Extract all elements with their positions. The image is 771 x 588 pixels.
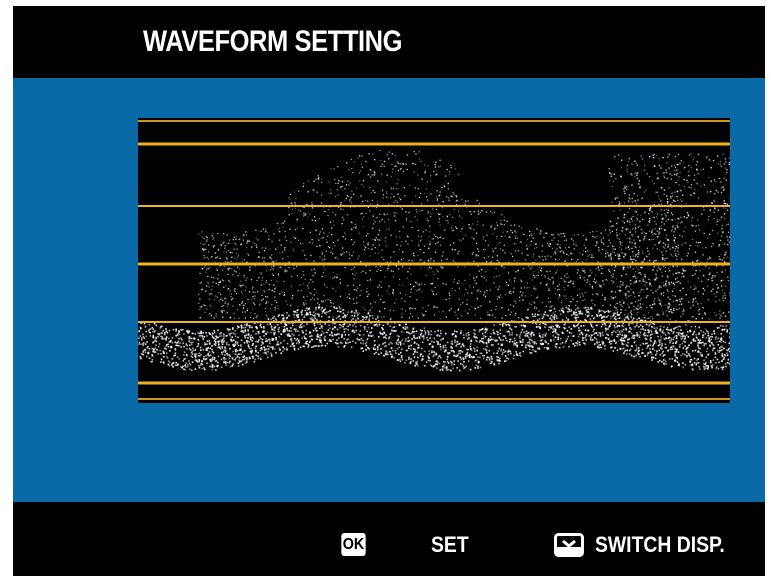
footer-bar: OK SET SWITCH DISP. — [13, 502, 765, 576]
camera-screen: WAVEFORM SETTING OK SET SWITCH DISP. — [13, 6, 765, 576]
ok-button-icon: OK — [341, 533, 366, 556]
switch-display-label: SWITCH DISP. — [595, 532, 725, 557]
settings-panel — [13, 78, 765, 502]
disp-button-icon — [554, 533, 584, 557]
waveform-graph — [138, 118, 730, 403]
page-title: WAVEFORM SETTING — [143, 25, 403, 58]
waveform-display[interactable] — [138, 118, 730, 403]
header-bar: WAVEFORM SETTING — [13, 6, 765, 78]
set-label: SET — [431, 532, 469, 557]
